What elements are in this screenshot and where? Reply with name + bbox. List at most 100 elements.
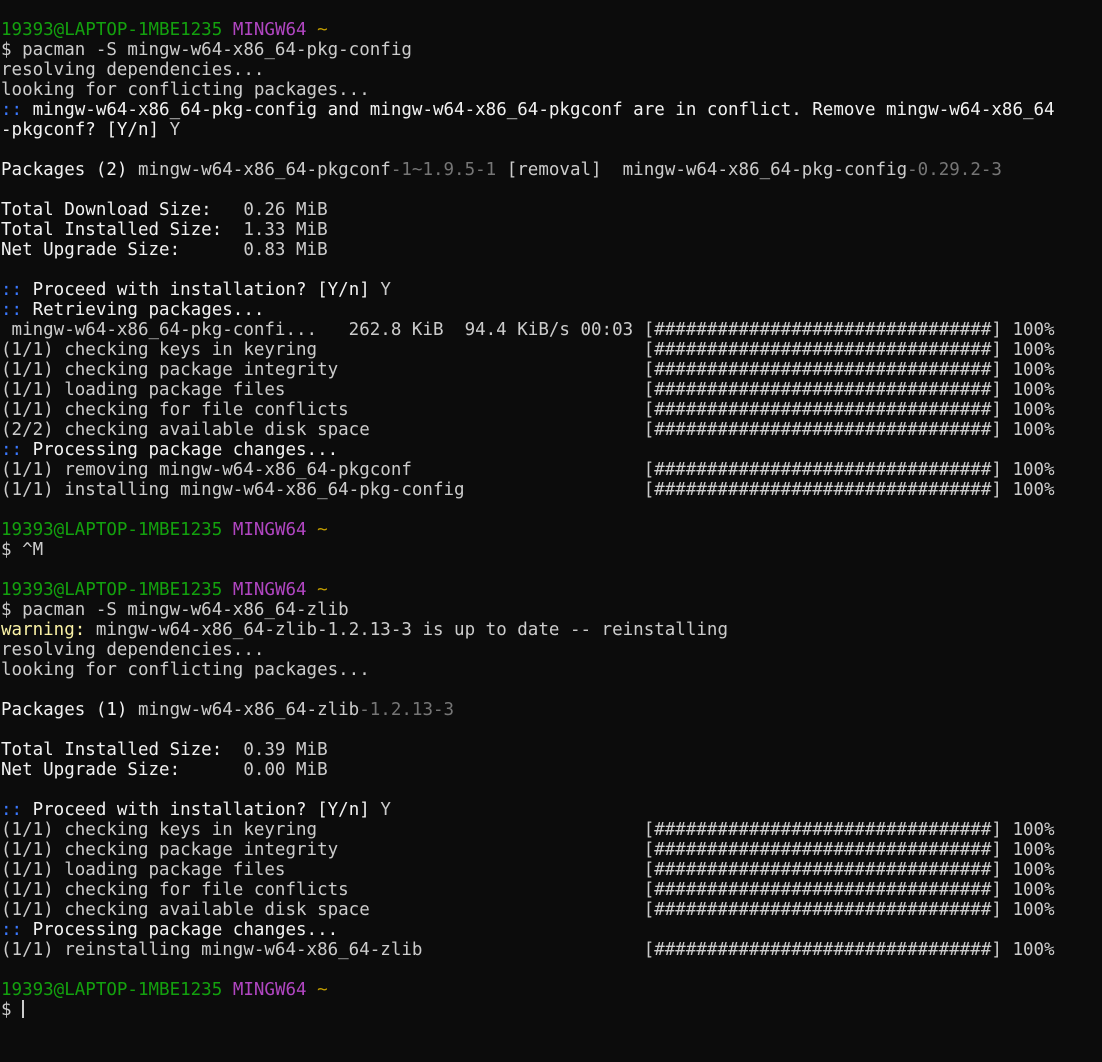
terminal-line: (1/1) checking package integrity [######…	[1, 840, 1102, 860]
terminal-line: $ pacman -S mingw-w64-x86_64-zlib	[1, 600, 1102, 620]
terminal-line: (1/1) checking for file conflicts [#####…	[1, 880, 1102, 900]
terminal-text: (1/1) checking keys in keyring [########…	[1, 820, 1055, 840]
terminal-line: (1/1) checking package integrity [######…	[1, 360, 1102, 380]
terminal-text: mingw-w64-x86_64-zlib-1.2.13-3 is up to …	[85, 620, 728, 640]
terminal-text: [removal]	[496, 160, 623, 180]
terminal-line: (1/1) loading package files [###########…	[1, 380, 1102, 400]
terminal-line: Packages (1) mingw-w64-x86_64-zlib-1.2.1…	[1, 700, 1102, 720]
text-cursor	[22, 1000, 25, 1018]
terminal-text: ::	[1, 300, 23, 320]
terminal-text: $ ^M	[1, 540, 44, 560]
terminal-text: Y	[380, 280, 391, 300]
terminal-line: $ ^M	[1, 540, 1102, 560]
terminal-line: :: Proceed with installation? [Y/n] Y	[1, 800, 1102, 820]
terminal-text: (1/1) reinstalling mingw-w64-x86_64-zlib…	[1, 940, 1055, 960]
terminal-line: Total Installed Size: 1.33 MiB	[1, 220, 1102, 240]
terminal-text: MINGW64	[232, 980, 307, 1000]
terminal-line: :: Proceed with installation? [Y/n] Y	[1, 280, 1102, 300]
terminal-text: (1/1) removing mingw-w64-x86_64-pkgconf …	[1, 460, 1055, 480]
terminal-line: Net Upgrade Size: 0.00 MiB	[1, 760, 1102, 780]
terminal-text: ::	[1, 100, 23, 120]
terminal-line: $	[1, 1000, 1102, 1020]
terminal-text: ::	[1, 280, 23, 300]
terminal-text: (1/1) installing mingw-w64-x86_64-pkg-co…	[1, 480, 1055, 500]
terminal-text: resolving dependencies...	[1, 60, 265, 80]
terminal-text: Net Upgrade Size:	[1, 760, 244, 780]
terminal-line: (1/1) checking for file conflicts [#####…	[1, 400, 1102, 420]
terminal-text: Proceed with installation? [Y/n]	[22, 800, 381, 820]
terminal-text: (1/1) loading package files [###########…	[1, 380, 1055, 400]
terminal-text: Processing package changes...	[22, 440, 339, 460]
terminal-text: Proceed with installation? [Y/n]	[22, 280, 381, 300]
terminal-text: mingw-w64-x86_64-zlib	[137, 700, 360, 720]
terminal-text: 19393@LAPTOP-1MBE1235	[1, 520, 223, 540]
terminal-line: :: Processing package changes...	[1, 920, 1102, 940]
terminal-text: -0.29.2-3	[907, 160, 1002, 180]
terminal-line: Packages (2) mingw-w64-x86_64-pkgconf-1~…	[1, 160, 1102, 180]
terminal-line: (1/1) checking keys in keyring [########…	[1, 340, 1102, 360]
terminal-text: Processing package changes...	[22, 920, 339, 940]
terminal-text: ::	[1, 440, 23, 460]
terminal-line: $ pacman -S mingw-w64-x86_64-pkg-config	[1, 40, 1102, 60]
terminal-text: Total Download Size:	[1, 200, 244, 220]
terminal-window[interactable]: 19393@LAPTOP-1MBE1235 MINGW64 ~ $ pacman …	[0, 0, 1102, 1062]
terminal-text: $ pacman -S mingw-w64-x86_64-pkg-config	[1, 40, 412, 60]
terminal-text: -1.2.13-3	[359, 700, 455, 720]
terminal-text: Packages (2)	[1, 160, 138, 180]
terminal-line: (1/1) checking keys in keyring [########…	[1, 820, 1102, 840]
terminal-output: 19393@LAPTOP-1MBE1235 MINGW64 ~ $ pacman …	[1, 20, 1102, 1020]
terminal-text: 0.26 MiB	[243, 200, 328, 220]
terminal-line: Total Installed Size: 0.39 MiB	[1, 740, 1102, 760]
terminal-text: -pkgconf? [Y/n]	[1, 120, 170, 140]
terminal-text: (1/1) checking for file conflicts [#####…	[1, 880, 1055, 900]
terminal-text: (1/1) checking keys in keyring [########…	[1, 340, 1055, 360]
terminal-line: (1/1) checking available disk space [###…	[1, 900, 1102, 920]
terminal-text: (1/1) checking package integrity [######…	[1, 360, 1055, 380]
terminal-line: (1/1) installing mingw-w64-x86_64-pkg-co…	[1, 480, 1102, 500]
terminal-text: looking for conflicting packages...	[1, 80, 370, 100]
terminal-text: 0.39 MiB	[243, 740, 328, 760]
terminal-text: (1/1) checking available disk space [###…	[1, 900, 1055, 920]
terminal-text: 19393@LAPTOP-1MBE1235	[1, 980, 223, 1000]
terminal-line: Net Upgrade Size: 0.83 MiB	[1, 240, 1102, 260]
terminal-line: (2/2) checking available disk space [###…	[1, 420, 1102, 440]
terminal-text: $	[1, 1000, 23, 1020]
terminal-text: ::	[1, 800, 23, 820]
terminal-line: 19393@LAPTOP-1MBE1235 MINGW64 ~	[1, 520, 1102, 540]
terminal-line: 19393@LAPTOP-1MBE1235 MINGW64 ~	[1, 580, 1102, 600]
terminal-text: warning:	[1, 620, 86, 640]
terminal-text: (1/1) checking for file conflicts [#####…	[1, 400, 1055, 420]
terminal-text: -1~1.9.5-1	[390, 160, 497, 180]
terminal-text: 19393@LAPTOP-1MBE1235	[1, 20, 223, 40]
terminal-line: (1/1) loading package files [###########…	[1, 860, 1102, 880]
terminal-text: ~	[317, 520, 328, 540]
terminal-text: ~	[317, 980, 328, 1000]
terminal-text: (1/1) checking package integrity [######…	[1, 840, 1055, 860]
terminal-text: MINGW64	[232, 20, 307, 40]
terminal-text: mingw-w64-x86_64-pkg-config	[622, 160, 908, 180]
terminal-text: ~	[317, 20, 328, 40]
terminal-text: ~	[317, 580, 328, 600]
terminal-line: resolving dependencies...	[1, 60, 1102, 80]
terminal-text: 19393@LAPTOP-1MBE1235	[1, 580, 223, 600]
terminal-line: -pkgconf? [Y/n] Y	[1, 120, 1102, 140]
terminal-text: 1.33 MiB	[243, 220, 328, 240]
terminal-text: mingw-w64-x86_64-pkgconf	[137, 160, 391, 180]
terminal-text: mingw-w64-x86_64-pkg-confi... 262.8 KiB …	[1, 320, 1055, 340]
terminal-line: resolving dependencies...	[1, 640, 1102, 660]
terminal-line: (1/1) removing mingw-w64-x86_64-pkgconf …	[1, 460, 1102, 480]
